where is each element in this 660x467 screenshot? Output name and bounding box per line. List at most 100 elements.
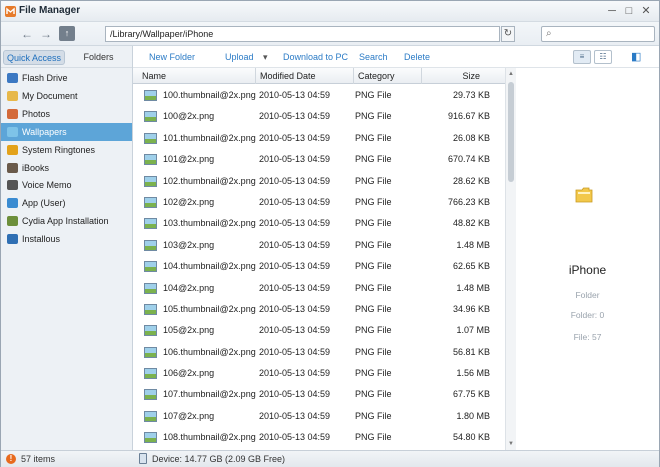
scroll-thumb[interactable] — [508, 82, 514, 182]
file-modified-date: 2010-05-13 04:59 — [259, 432, 331, 443]
file-size: 1.48 MB — [456, 239, 490, 250]
table-row[interactable]: 105@2x.png 2010-05-13 04:59 PNG File 1.07 M… — [133, 320, 505, 341]
warning-icon: ! — [6, 454, 16, 464]
file-modified-date: 2010-05-13 04:59 — [259, 90, 331, 100]
list-view-icon[interactable]: ≡ — [573, 50, 591, 64]
upload-dropdown-icon[interactable]: ▾ — [263, 52, 268, 63]
download-to-pc-button[interactable]: Download to PC — [283, 52, 348, 62]
file-size: 670.74 KB — [447, 154, 490, 165]
image-file-icon — [144, 154, 157, 166]
maximize-button[interactable]: □ — [622, 4, 636, 18]
upload-button[interactable]: Upload — [225, 52, 254, 62]
sidebar-item[interactable]: Photos — [1, 105, 132, 123]
column-modified-date[interactable]: Modified Date — [256, 68, 354, 84]
sidebar-item[interactable]: My Document — [1, 87, 132, 105]
detail-name: iPhone — [568, 263, 607, 277]
wallpaper-icon — [7, 126, 18, 137]
table-body: 100.thumbnail@2x.png 2010-05-13 04:59 PNG … — [133, 85, 505, 449]
sidebar-item[interactable]: Cydia App Installation — [1, 212, 132, 230]
back-button[interactable]: ← — [19, 26, 35, 42]
tab-quick-access[interactable]: Quick Access — [3, 50, 65, 65]
file-modified-date: 2010-05-13 04:59 — [259, 175, 331, 186]
table-row[interactable]: 102.thumbnail@2x.png 2010-05-13 04:59 PNG … — [133, 171, 505, 192]
search-input[interactable]: ⌕ — [541, 26, 655, 42]
new-folder-button[interactable]: New Folder — [149, 52, 195, 62]
close-button[interactable]: ✕ — [639, 4, 653, 18]
sidebar-item[interactable]: Installous — [1, 230, 132, 248]
column-size[interactable]: Size — [422, 68, 494, 84]
column-category[interactable]: Category — [354, 68, 422, 84]
scroll-up-icon[interactable]: ▲ — [508, 71, 514, 77]
table-row[interactable]: 102@2x.png 2010-05-13 04:59 PNG File 766.23… — [133, 192, 505, 213]
sidebar-item-label: System Ringtones — [22, 144, 96, 155]
table-row[interactable]: 103.thumbnail@2x.png 2010-05-13 04:59 PNG … — [133, 213, 505, 234]
file-modified-date: 2010-05-13 04:59 — [259, 132, 331, 143]
image-file-icon — [144, 175, 157, 187]
file-name: 106@2x.png — [163, 368, 215, 379]
scroll-down-icon[interactable]: ▼ — [508, 441, 514, 447]
file-category: PNG File — [355, 239, 392, 250]
table-row[interactable]: 107@2x.png 2010-05-13 04:59 PNG File 1.80 M… — [133, 406, 505, 427]
sidebar-item[interactable]: iBooks — [1, 159, 132, 177]
detail-view-icon[interactable]: ☷ — [594, 50, 612, 64]
item-count: 57 items — [21, 454, 56, 464]
file-name: 102@2x.png — [163, 196, 215, 207]
image-file-icon — [144, 132, 157, 144]
flash-drive-icon — [7, 73, 18, 83]
file-category: PNG File — [355, 175, 392, 186]
table-row[interactable]: 106.thumbnail@2x.png 2010-05-13 04:59 PNG … — [133, 342, 505, 363]
table-row[interactable]: 100.thumbnail@2x.png 2010-05-13 04:59 PNG … — [133, 85, 505, 106]
table-row[interactable]: 104@2x.png 2010-05-13 04:59 PNG File 1.48 M… — [133, 278, 505, 299]
detail-file-count: File: 57 — [573, 332, 602, 342]
sidebar-item[interactable]: System Ringtones — [1, 141, 132, 159]
sidebar-item[interactable]: App (User) — [1, 194, 132, 212]
file-size: 62.65 KB — [452, 261, 490, 272]
table-row[interactable]: 104.thumbnail@2x.png 2010-05-13 04:59 PNG … — [133, 256, 505, 277]
file-category: PNG File — [355, 410, 392, 421]
file-modified-date: 2010-05-13 04:59 — [259, 154, 331, 165]
minimize-button[interactable]: ─ — [605, 4, 619, 18]
table-row[interactable]: 108.thumbnail@2x.png 2010-05-13 04:59 PNG … — [133, 427, 505, 448]
table-row[interactable]: 106@2x.png 2010-05-13 04:59 PNG File 1.56 M… — [133, 363, 505, 384]
delete-button[interactable]: Delete — [404, 52, 430, 62]
file-modified-date: 2010-05-13 04:59 — [259, 239, 331, 250]
refresh-button[interactable]: ↻ — [501, 26, 515, 42]
file-size: 1.48 MB — [456, 282, 490, 293]
sidebar-item[interactable]: Voice Memo — [1, 176, 132, 194]
file-modified-date: 2010-05-13 04:59 — [259, 410, 331, 421]
path-input[interactable]: /Library/Wallpaper/iPhone — [105, 26, 500, 42]
file-name: 108.thumbnail@2x.png — [163, 432, 256, 443]
file-name: 100.thumbnail@2x.png — [163, 90, 256, 100]
up-folder-button[interactable]: ↑ — [59, 26, 75, 41]
sidebar-item[interactable]: Flash Drive — [1, 69, 132, 87]
table-row[interactable]: 101@2x.png 2010-05-13 04:59 PNG File 670.74… — [133, 149, 505, 170]
file-category: PNG File — [355, 111, 392, 122]
file-category: PNG File — [355, 282, 392, 293]
file-size: 34.96 KB — [452, 303, 490, 314]
file-size: 67.75 KB — [452, 389, 490, 400]
table-row[interactable]: 103@2x.png 2010-05-13 04:59 PNG File 1.48 M… — [133, 235, 505, 256]
file-name: 103@2x.png — [163, 239, 215, 250]
panel-toggle-icon[interactable]: ◧ — [631, 50, 641, 63]
file-size: 28.62 KB — [452, 175, 490, 186]
sidebar-item[interactable]: Wallpapers — [1, 122, 132, 141]
search-button[interactable]: Search — [359, 52, 388, 62]
image-file-icon — [144, 368, 157, 380]
sidebar-item-label: Flash Drive — [22, 73, 68, 83]
table-row[interactable]: 107.thumbnail@2x.png 2010-05-13 04:59 PNG … — [133, 384, 505, 405]
forward-button[interactable]: → — [38, 26, 54, 42]
app-icon — [7, 198, 18, 209]
vertical-scrollbar[interactable]: ▲ ▼ — [505, 68, 516, 450]
table-row[interactable]: 105.thumbnail@2x.png 2010-05-13 04:59 PNG … — [133, 299, 505, 320]
window-title: File Manager — [19, 5, 81, 16]
column-name[interactable]: Name — [138, 68, 256, 84]
sidebar: Quick Access Folders Flash Drive My Docum… — [1, 46, 133, 450]
table-row[interactable]: 101.thumbnail@2x.png 2010-05-13 04:59 PNG … — [133, 128, 505, 149]
table-row[interactable]: 100@2x.png 2010-05-13 04:59 PNG File 916.67… — [133, 106, 505, 127]
image-file-icon — [144, 303, 157, 315]
image-file-icon — [144, 239, 157, 251]
tab-folders[interactable]: Folders — [71, 50, 126, 65]
file-name: 105@2x.png — [163, 325, 215, 336]
photos-icon — [7, 108, 18, 119]
detail-folder-count: Folder: 0 — [570, 310, 605, 320]
